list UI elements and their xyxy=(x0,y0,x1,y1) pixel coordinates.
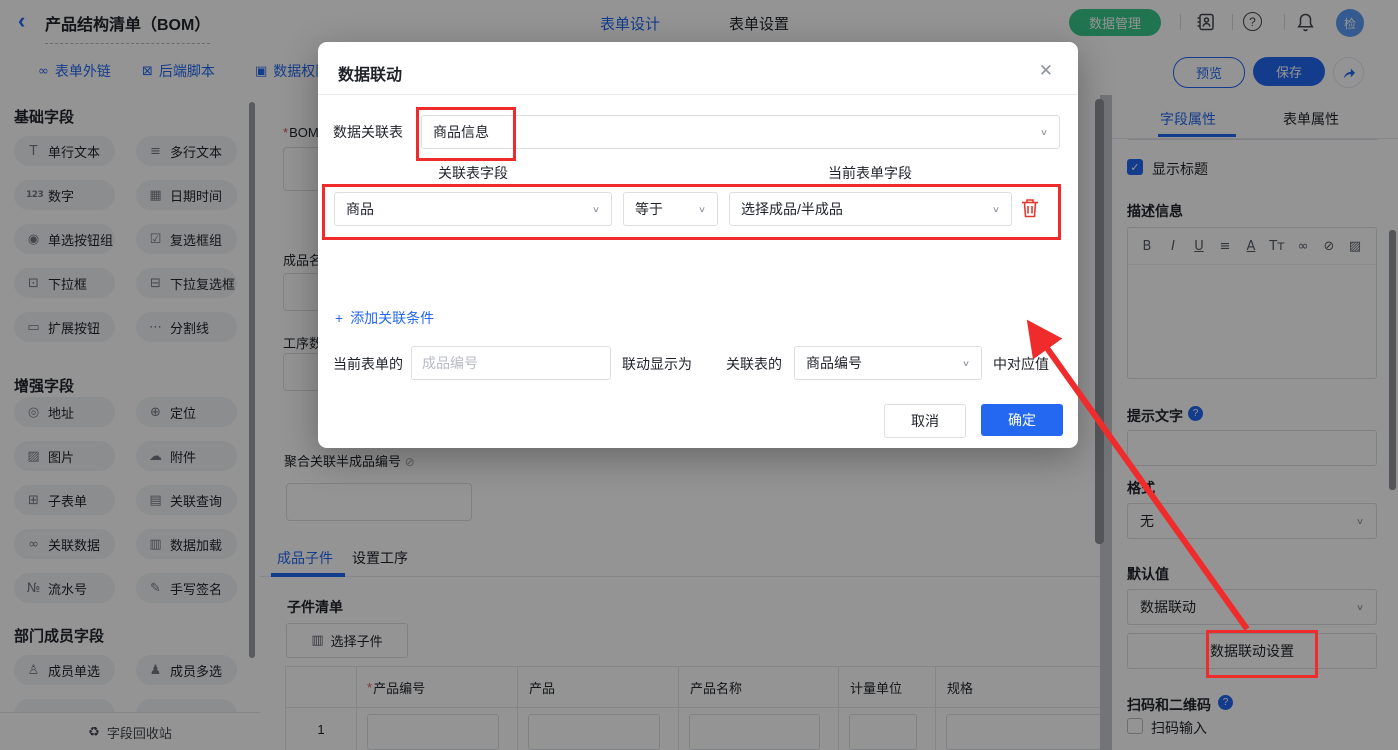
trash-icon xyxy=(1022,199,1038,218)
condition-target-select[interactable]: 选择成品/半成品 ∨ xyxy=(729,192,1012,226)
modal-title: 数据联动 xyxy=(338,67,403,84)
condition-operator-value: 等于 xyxy=(635,201,663,217)
condition-operator-select[interactable]: 等于 ∨ xyxy=(623,192,718,226)
chevron-down-icon: ∨ xyxy=(697,204,706,214)
current-form-label: 当前表单的 xyxy=(333,356,403,372)
add-condition-link[interactable]: + 添加关联条件 xyxy=(335,308,434,328)
source-table-value: 商品信息 xyxy=(433,124,489,140)
add-condition-label: 添加关联条件 xyxy=(350,310,435,326)
related-field-value: 商品编号 xyxy=(806,355,862,371)
chevron-down-icon: ∨ xyxy=(961,358,970,368)
chevron-down-icon: ∨ xyxy=(991,204,1000,214)
current-field-input[interactable] xyxy=(411,346,611,380)
related-field-select[interactable]: 商品编号 ∨ xyxy=(794,346,982,380)
condition-field-select[interactable]: 商品 ∨ xyxy=(334,192,612,226)
close-icon[interactable]: ✕ xyxy=(1039,61,1053,81)
display-as-label: 联动显示为 xyxy=(622,356,692,372)
modal-header-divider xyxy=(318,94,1078,95)
corresponding-value-label: 中对应值 xyxy=(993,356,1049,372)
source-table-select[interactable]: 商品信息 ∨ xyxy=(421,115,1060,149)
condition-target-value: 选择成品/半成品 xyxy=(741,201,843,217)
source-table-label: 数据关联表 xyxy=(333,124,403,140)
column-header-related-field: 关联表字段 xyxy=(438,165,508,181)
confirm-button[interactable]: 确定 xyxy=(981,404,1063,436)
app-root: ‹ 产品结构清单（BOM） 表单设计 表单设置 数据管理 ? 检 ∞ 表单外链 xyxy=(0,0,1398,750)
chevron-down-icon: ∨ xyxy=(591,204,600,214)
column-header-current-field: 当前表单字段 xyxy=(828,165,912,181)
cancel-button[interactable]: 取消 xyxy=(884,404,966,438)
plus-icon: + xyxy=(335,310,344,326)
delete-condition-button[interactable] xyxy=(1021,198,1041,219)
related-table-label: 关联表的 xyxy=(726,356,782,372)
condition-field-value: 商品 xyxy=(346,201,374,217)
data-linkage-modal: 数据联动 ✕ 数据关联表 商品信息 ∨ 关联表字段 当前表单字段 商品 ∨ 等于… xyxy=(318,42,1078,448)
chevron-down-icon: ∨ xyxy=(1039,127,1048,137)
